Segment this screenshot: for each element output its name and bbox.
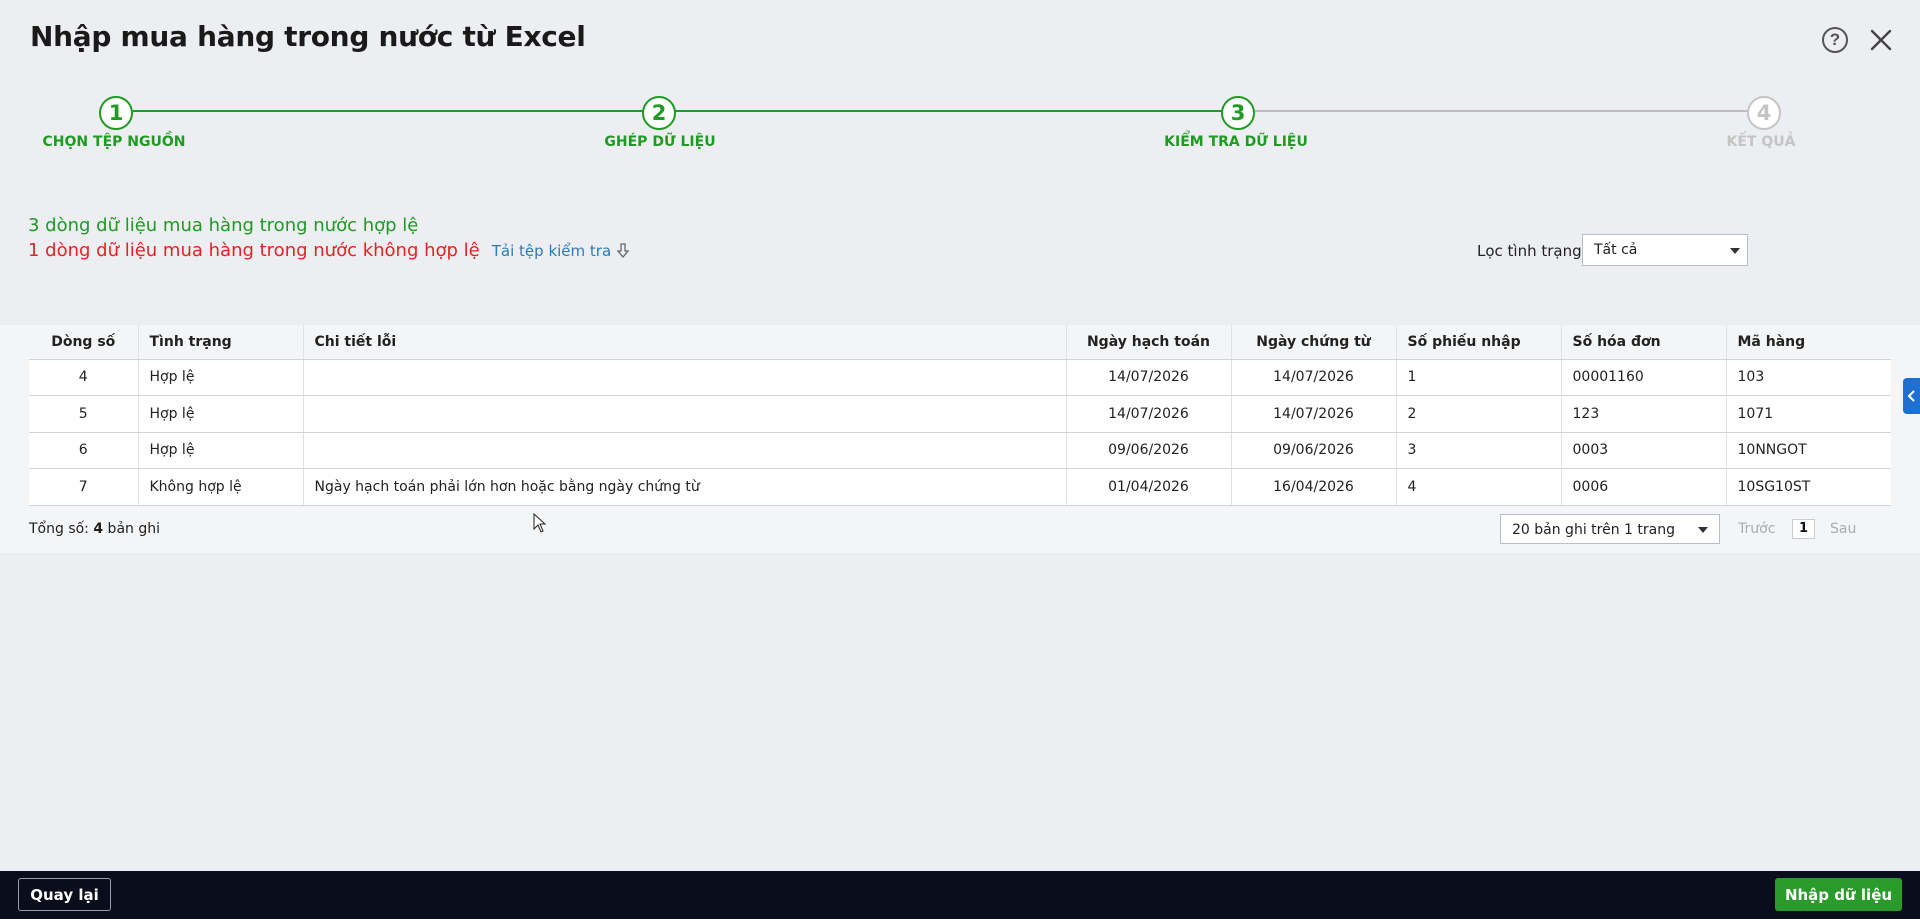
import-data-button[interactable]: Nhập dữ liệu <box>1775 878 1902 911</box>
dialog-title: Nhập mua hàng trong nước từ Excel <box>30 20 586 53</box>
prev-page-button[interactable]: Trước <box>1738 521 1775 537</box>
cell-receipt-no: 4 <box>1396 468 1562 506</box>
cell-line: 7 <box>29 468 139 506</box>
cell-receipt-no: 1 <box>1396 359 1562 396</box>
step-3-label: Kiểm tra dữ liệu <box>1164 134 1308 150</box>
step-2-label: Ghép dữ liệu <box>604 134 716 150</box>
dialog-footer: Quay lại Nhập dữ liệu <box>0 871 1920 919</box>
cell-invoice-no: 00001160 <box>1561 359 1727 396</box>
cell-error <box>303 395 1067 433</box>
status-filter-label: Lọc tình trạng <box>1477 242 1582 260</box>
cell-posting-date: 01/04/2026 <box>1066 468 1232 506</box>
step-2-circle: 2 <box>642 96 676 130</box>
cell-receipt-no: 2 <box>1396 395 1562 433</box>
table-row[interactable]: 7 Không hợp lệ Ngày hạch toán phải lớn h… <box>29 468 1891 506</box>
total-records: Tổng số: 4 bản ghi <box>29 521 160 537</box>
cell-doc-date: 14/07/2026 <box>1231 359 1397 396</box>
cell-posting-date: 14/07/2026 <box>1066 359 1232 396</box>
invalid-count-row: 1 dòng dữ liệu mua hàng trong nước không… <box>28 240 630 261</box>
cell-receipt-no: 3 <box>1396 432 1562 469</box>
next-page-button[interactable]: Sau <box>1830 521 1856 537</box>
step-4-circle: 4 <box>1747 96 1781 130</box>
cell-item-code: 10NNGOT <box>1726 432 1891 469</box>
col-header-receipt-no[interactable]: Số phiếu nhập <box>1396 325 1562 360</box>
cell-posting-date: 09/06/2026 <box>1066 432 1232 469</box>
step-connector <box>133 110 1237 112</box>
col-header-posting-date[interactable]: Ngày hạch toán <box>1066 325 1232 360</box>
cell-item-code: 103 <box>1726 359 1891 396</box>
download-arrow-icon <box>617 242 630 258</box>
col-header-status[interactable]: Tình trạng <box>138 325 304 360</box>
cell-status: Hợp lệ <box>138 395 304 433</box>
step-1-circle: 1 <box>99 96 133 130</box>
page-number-1[interactable]: 1 <box>1792 519 1815 539</box>
step-1-label: Chọn tệp nguồn <box>42 134 186 150</box>
chevron-down-icon <box>1730 248 1740 254</box>
back-button[interactable]: Quay lại <box>18 878 111 911</box>
valid-count-text: 3 dòng dữ liệu mua hàng trong nước hợp l… <box>28 215 419 236</box>
cell-doc-date: 14/07/2026 <box>1231 395 1397 433</box>
mouse-cursor-icon <box>533 513 547 533</box>
import-stepper: 1 Chọn tệp nguồn 2 Ghép dữ liệu 3 Kiểm t… <box>0 96 1920 156</box>
status-filter-select[interactable]: Tất cả <box>1582 234 1748 266</box>
side-panel-toggle[interactable] <box>1903 378 1920 414</box>
cell-invoice-no: 123 <box>1561 395 1727 433</box>
help-icon[interactable]: ? <box>1822 27 1848 53</box>
cell-status: Hợp lệ <box>138 432 304 469</box>
invalid-count-text: 1 dòng dữ liệu mua hàng trong nước không… <box>28 240 480 261</box>
cell-doc-date: 09/06/2026 <box>1231 432 1397 469</box>
table-row[interactable]: 6 Hợp lệ 09/06/2026 09/06/2026 3 0003 10… <box>29 432 1891 469</box>
cell-posting-date: 14/07/2026 <box>1066 395 1232 433</box>
chevron-left-icon <box>1907 390 1915 402</box>
step-connector <box>1237 110 1765 112</box>
chevron-down-icon <box>1698 527 1708 533</box>
col-header-error[interactable]: Chi tiết lỗi <box>303 325 1067 360</box>
col-header-doc-date[interactable]: Ngày chứng từ <box>1231 325 1397 360</box>
cell-line: 6 <box>29 432 139 469</box>
cell-error <box>303 359 1067 396</box>
cell-invoice-no: 0003 <box>1561 432 1727 469</box>
download-check-file-link[interactable]: Tải tệp kiểm tra <box>492 242 630 260</box>
cell-line: 5 <box>29 395 139 433</box>
cell-invoice-no: 0006 <box>1561 468 1727 506</box>
cell-error: Ngày hạch toán phải lớn hơn hoặc bằng ng… <box>303 468 1067 506</box>
cell-status: Không hợp lệ <box>138 468 304 506</box>
col-header-invoice-no[interactable]: Số hóa đơn <box>1561 325 1727 360</box>
page-size-select[interactable]: 20 bản ghi trên 1 trang <box>1500 514 1720 544</box>
cell-error <box>303 432 1067 469</box>
table-row[interactable]: 5 Hợp lệ 14/07/2026 14/07/2026 2 123 107… <box>29 395 1891 433</box>
validation-table: Dòng số Tình trạng Chi tiết lỗi Ngày hạc… <box>29 325 1891 506</box>
cell-line: 4 <box>29 359 139 396</box>
table-row[interactable]: 4 Hợp lệ 14/07/2026 14/07/2026 1 0000116… <box>29 359 1891 396</box>
step-3-circle: 3 <box>1221 96 1255 130</box>
cell-item-code: 1071 <box>1726 395 1891 433</box>
table-header-row: Dòng số Tình trạng Chi tiết lỗi Ngày hạc… <box>29 325 1891 360</box>
cell-item-code: 10SG10ST <box>1726 468 1891 506</box>
col-header-line[interactable]: Dòng số <box>29 325 139 360</box>
col-header-item-code[interactable]: Mã hàng <box>1726 325 1891 360</box>
cell-status: Hợp lệ <box>138 359 304 396</box>
cell-doc-date: 16/04/2026 <box>1231 468 1397 506</box>
close-icon[interactable] <box>1866 25 1896 55</box>
step-4-label: Kết quả <box>1726 134 1796 150</box>
